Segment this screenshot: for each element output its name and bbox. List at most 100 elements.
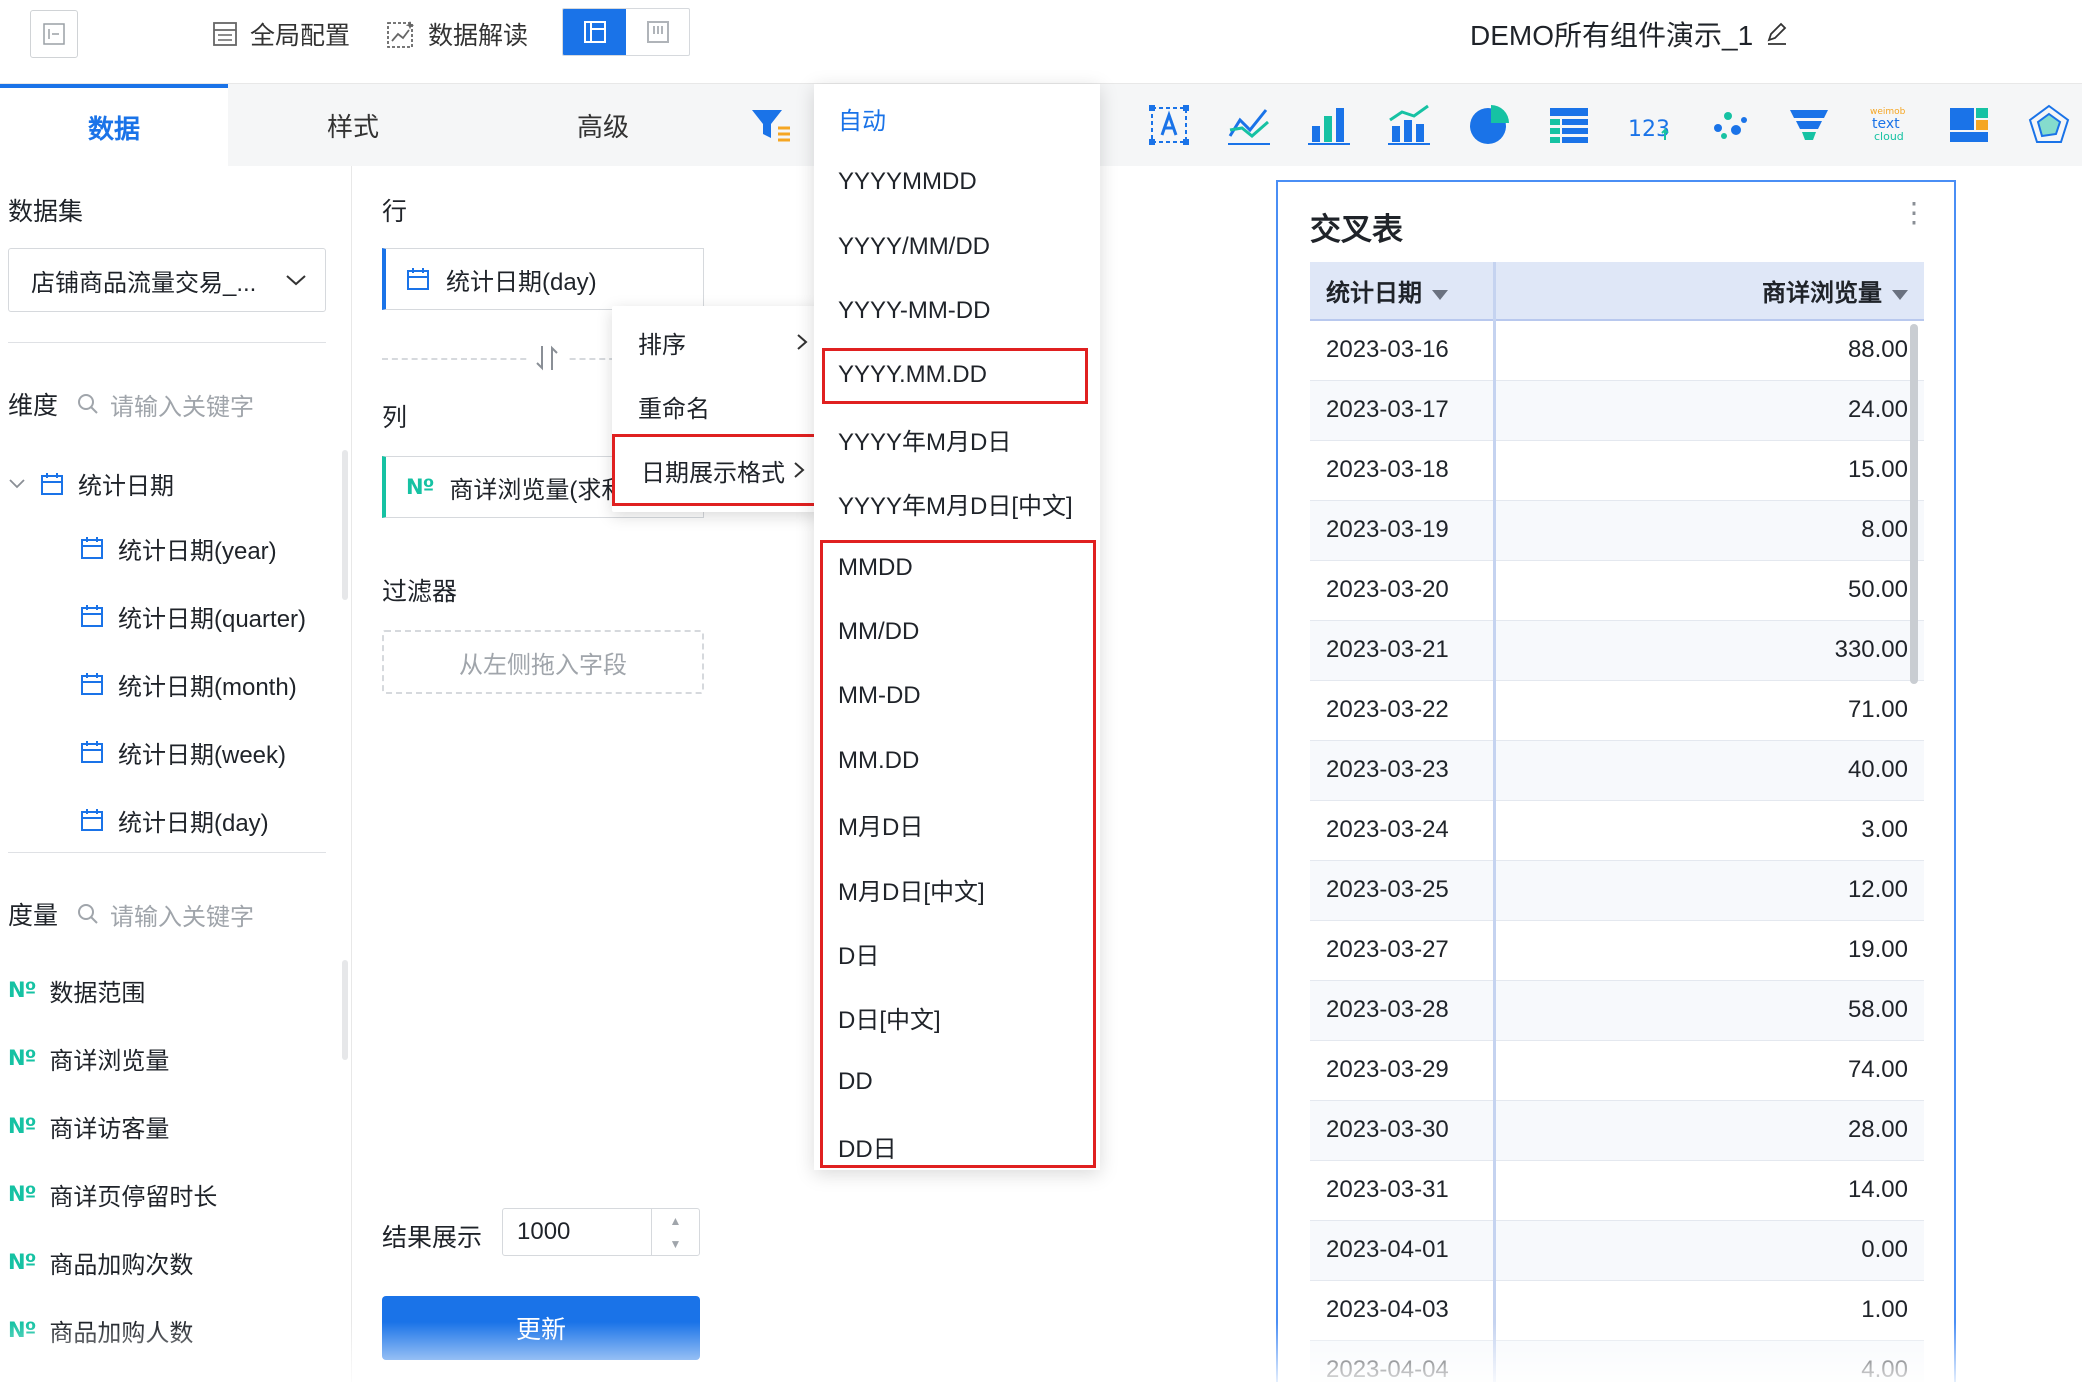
collapse-panel-button[interactable] (30, 10, 78, 58)
stepper-up-icon[interactable]: ▲ (670, 1214, 682, 1228)
line-chart-icon[interactable] (1226, 102, 1272, 148)
measure-item[interactable]: Nº 商品加购人数 (8, 1296, 217, 1364)
table-row[interactable]: 2023-03-27 19.00 (1310, 920, 1924, 981)
measure-item[interactable]: Nº 商品加购次数 (8, 1228, 217, 1296)
stepper-down-icon[interactable]: ▼ (670, 1237, 682, 1251)
date-format-option[interactable]: D日[中文] (838, 986, 941, 1050)
date-format-option[interactable]: YYYY-MM-DD (838, 279, 990, 343)
swap-rows-columns-button[interactable] (528, 344, 566, 372)
sort-menu-item[interactable]: 排序 (612, 310, 822, 374)
dimension-item[interactable]: 统计日期(month) (80, 650, 306, 718)
table-row[interactable]: 2023-04-04 4.00 (1310, 1340, 1924, 1382)
sort-caret-icon[interactable] (1432, 289, 1448, 300)
tab-data[interactable]: 数据 (0, 84, 228, 166)
table-row[interactable]: 2023-03-21 330.00 (1310, 620, 1924, 681)
data-interpret-button[interactable]: 数据解读 (386, 14, 528, 54)
calendar-icon (81, 741, 103, 763)
global-config-button[interactable]: 全局配置 (212, 14, 350, 54)
filter-icon[interactable] (748, 102, 794, 148)
measure-search-input[interactable]: 请输入关键字 (76, 897, 254, 932)
date-format-option[interactable]: YYYY/MM/DD (838, 215, 990, 279)
table-row[interactable]: 2023-03-28 58.00 (1310, 980, 1924, 1041)
date-format-option[interactable]: MM/DD (838, 600, 919, 664)
number-card-icon[interactable]: 123 (1626, 102, 1672, 148)
date-format-option[interactable]: YYYYMMDD (838, 150, 977, 214)
table-row[interactable]: 2023-03-19 8.00 (1310, 500, 1924, 561)
table-row[interactable]: 2023-03-20 50.00 (1310, 560, 1924, 621)
date-format-option[interactable]: M月D日[中文] (838, 857, 985, 921)
config-tabs: 数据 样式 高级 (0, 84, 728, 166)
table-row[interactable]: 2023-03-23 40.00 (1310, 740, 1924, 801)
measure-item[interactable]: Nº 商详浏览量 (8, 1024, 217, 1092)
table-row[interactable]: 2023-03-30 28.00 (1310, 1100, 1924, 1161)
table-row[interactable]: 2023-04-01 0.00 (1310, 1220, 1924, 1281)
dimension-group-statdate[interactable]: 统计日期 (8, 466, 174, 501)
tab-advanced[interactable]: 高级 (478, 84, 728, 166)
measure-scrollbar[interactable] (342, 960, 348, 1060)
date-format-option[interactable]: D日 (838, 921, 879, 985)
dimension-item[interactable]: 统计日期(week) (80, 718, 306, 786)
result-limit-stepper[interactable]: ▲ ▼ (651, 1209, 699, 1255)
word-cloud-icon[interactable]: weimob text cloud (1866, 102, 1912, 148)
radar-chart-icon[interactable] (2026, 102, 2072, 148)
cross-table-card[interactable]: 交叉表 ⋮ 统计日期 商详浏览量 2023-03-16 88.00 2023-03-… (1276, 180, 1956, 1382)
preview-view-toggle[interactable] (626, 9, 689, 55)
treemap-icon[interactable] (1946, 102, 1992, 148)
measure-item[interactable]: Nº 数据范围 (8, 956, 217, 1024)
funnel-chart-icon[interactable] (1786, 102, 1832, 148)
table-row[interactable]: 2023-03-18 15.00 (1310, 440, 1924, 501)
update-button[interactable]: 更新 (382, 1296, 700, 1360)
date-format-option[interactable]: YYYY年M月D日[中文] (838, 472, 1073, 536)
date-format-option[interactable]: 自动 (838, 86, 886, 150)
table-row[interactable]: 2023-03-24 3.00 (1310, 800, 1924, 861)
bar-chart-icon[interactable] (1306, 102, 1352, 148)
value-cell: 58.00 (1494, 980, 1924, 1041)
date-format-option[interactable]: DD日 (838, 1114, 897, 1178)
measure-search-row: 度量 请输入关键字 (8, 896, 254, 932)
table-chart-icon[interactable] (1546, 102, 1592, 148)
date-column-header[interactable]: 统计日期 (1310, 262, 1496, 321)
edit-title-icon[interactable] (1765, 22, 1789, 46)
measure-item-label: 商品加购人数 (49, 1319, 194, 1347)
table-row[interactable]: 2023-03-31 14.00 (1310, 1160, 1924, 1221)
table-row[interactable]: 2023-03-16 88.00 (1310, 320, 1924, 381)
measure-item[interactable]: Nº 商详访客量 (8, 1092, 217, 1160)
edit-view-toggle[interactable] (563, 9, 626, 55)
sort-caret-icon[interactable] (1892, 289, 1908, 300)
table-scrollbar[interactable] (1910, 324, 1918, 684)
dimension-scrollbar[interactable] (342, 450, 348, 600)
date-format-option[interactable]: MM-DD (838, 664, 921, 728)
dataset-select[interactable]: 店铺商品流量交易_... (8, 248, 326, 312)
more-options-icon[interactable]: ⋮ (1900, 199, 1928, 227)
scatter-chart-icon[interactable] (1706, 102, 1752, 148)
dimension-item[interactable]: 统计日期(year) (80, 514, 306, 582)
measure-item[interactable]: Nº 商详页停留时长 (8, 1160, 217, 1228)
text-chart-icon[interactable] (1146, 102, 1192, 148)
date-format-option[interactable]: MM.DD (838, 729, 919, 793)
table-row[interactable]: 2023-04-03 1.00 (1310, 1280, 1924, 1341)
table-row[interactable]: 2023-03-17 24.00 (1310, 380, 1924, 441)
date-format-option[interactable]: YYYY年M月D日 (838, 407, 1011, 471)
rename-menu-item[interactable]: 重命名 (612, 374, 822, 438)
table-row[interactable]: 2023-03-25 12.00 (1310, 860, 1924, 921)
tab-style[interactable]: 样式 (228, 84, 478, 166)
dimension-item[interactable]: 统计日期(day) (80, 786, 306, 854)
combo-chart-icon[interactable] (1386, 102, 1432, 148)
result-limit-input[interactable]: 1000 ▲ ▼ (502, 1208, 700, 1256)
dimension-item[interactable]: 统计日期(quarter) (80, 582, 306, 650)
date-format-option[interactable]: MMDD (838, 536, 913, 600)
date-format-option[interactable]: DD (838, 1050, 873, 1114)
pie-chart-icon[interactable] (1466, 102, 1512, 148)
row-field-chip[interactable]: 统计日期(day) (382, 248, 704, 310)
date-format-option[interactable]: YYYY.MM.DD (838, 343, 987, 407)
measure-number-icon: Nº (8, 1250, 36, 1274)
value-column-header[interactable]: 商详浏览量 (1494, 262, 1924, 321)
dimension-search-input[interactable]: 请输入关键字 (76, 387, 254, 422)
date-format-menu-item[interactable]: 日期展示格式 (612, 434, 822, 506)
filter-drop-zone[interactable]: 从左侧拖入字段 (382, 630, 704, 694)
table-row[interactable]: 2023-03-22 71.00 (1310, 680, 1924, 741)
value-cell: 0.00 (1494, 1220, 1924, 1281)
table-row[interactable]: 2023-03-29 74.00 (1310, 1040, 1924, 1101)
dimension-item-label: 统计日期(year) (118, 537, 277, 565)
date-format-option[interactable]: M月D日 (838, 793, 923, 857)
